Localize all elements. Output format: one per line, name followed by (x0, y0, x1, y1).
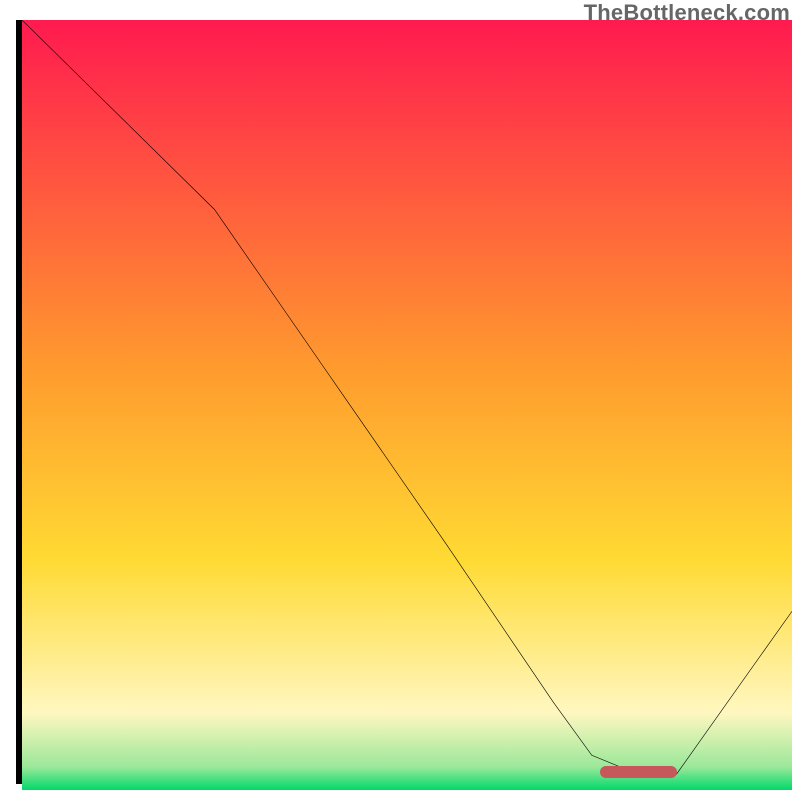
plot-area (16, 20, 792, 784)
chart-stage: TheBottleneck.com (0, 0, 800, 800)
bottleneck-curve (22, 20, 792, 778)
optimal-zone-marker (600, 766, 677, 778)
